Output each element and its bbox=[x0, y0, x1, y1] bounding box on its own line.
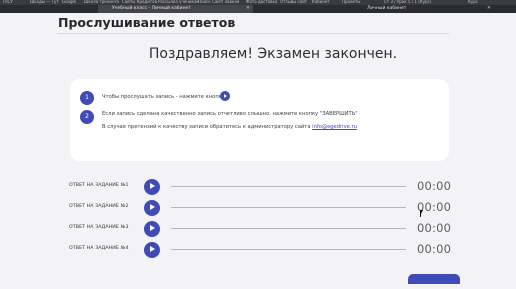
finish-button[interactable] bbox=[408, 274, 460, 284]
answer-label: ОТВЕТ НА ЗАДАНИЕ №4 bbox=[69, 246, 129, 251]
congrats-heading: Поздравляем! Экзамен закончен. bbox=[0, 46, 516, 62]
play-icon[interactable] bbox=[220, 91, 230, 101]
audio-progress-bar[interactable] bbox=[171, 249, 406, 250]
answer-label: ОТВЕТ НА ЗАДАНИЕ №3 bbox=[69, 225, 129, 230]
bookmark-item[interactable]: Главная bbox=[222, 0, 239, 4]
audio-time: 00:00 bbox=[417, 242, 452, 256]
answer-row: ОТВЕТ НА ЗАДАНИЕ №1 00:00 bbox=[0, 179, 516, 195]
step2-text: Если запись сделана качественно запись о… bbox=[102, 111, 358, 117]
answer-row: ОТВЕТ НА ЗАДАНИЕ №4 00:00 bbox=[0, 242, 516, 258]
bookmark-item[interactable]: Сайты Кредитов bbox=[122, 0, 157, 4]
play-button[interactable] bbox=[144, 221, 160, 237]
bookmark-item[interactable]: Google bbox=[62, 0, 76, 4]
bookmark-item[interactable]: Проекты bbox=[342, 0, 360, 4]
instructions-card: 1 Чтобы прослушать запись - нажмите кноп… bbox=[70, 79, 449, 161]
page-title: Прослушивание ответов bbox=[58, 15, 236, 30]
audio-time: 00:00 bbox=[417, 221, 452, 235]
bookmark-item[interactable]: Ст 3 / Урок 5 / 1 (Курс) bbox=[384, 0, 431, 4]
congrats-text: Поздравляем! Экзамен закончен. bbox=[148, 46, 398, 62]
audio-progress-bar[interactable] bbox=[171, 228, 406, 229]
bookmark-item[interactable]: ТПСУ bbox=[2, 0, 13, 4]
bookmark-item[interactable]: Курс bbox=[468, 0, 478, 4]
answer-row: ОТВЕТ НА ЗАДАНИЕ №2 00:00 bbox=[0, 200, 516, 216]
audio-progress-bar[interactable] bbox=[171, 207, 406, 208]
exam-results-page: Прослушивание ответов Поздравляем! Экзам… bbox=[0, 13, 516, 289]
tab-title: Личный кабинет bbox=[367, 6, 407, 11]
audio-progress-bar[interactable] bbox=[171, 186, 406, 187]
step-badge-1: 1 bbox=[80, 91, 94, 105]
bookmark-item[interactable]: Отзывы сайт bbox=[280, 0, 307, 4]
answer-label: ОТВЕТ НА ЗАДАНИЕ №2 bbox=[69, 204, 129, 209]
bookmark-item[interactable]: Поиск Сайт bbox=[198, 0, 222, 4]
close-icon[interactable]: ✕ bbox=[246, 5, 250, 13]
tab-title: Учебный класс - Личный кабинет bbox=[112, 6, 191, 11]
complaint-text: В случае претензий к качеству записи обр… bbox=[102, 124, 311, 130]
admin-email-link[interactable]: info@egedrive.ru bbox=[312, 124, 357, 130]
step1-text: Чтобы прослушать запись - нажмите кнопку bbox=[102, 94, 225, 100]
play-button[interactable] bbox=[144, 242, 160, 258]
answer-label: ОТВЕТ НА ЗАДАНИЕ №1 bbox=[69, 183, 129, 188]
bookmark-item[interactable]: Фото доставка bbox=[246, 0, 277, 4]
bookmark-item[interactable]: Школа тренинга bbox=[84, 0, 119, 4]
bookmark-item[interactable]: Кабинет bbox=[312, 0, 330, 4]
complaint-note: В случае претензий к качеству записи обр… bbox=[102, 124, 357, 130]
browser-tab-bar: Учебный класс - Личный кабинет ✕ Личный … bbox=[0, 5, 516, 13]
close-icon[interactable]: ✕ bbox=[487, 5, 491, 13]
mouse-cursor-icon bbox=[420, 210, 423, 217]
divider bbox=[57, 33, 449, 34]
browser-tab-active[interactable]: Учебный класс - Личный кабинет ✕ bbox=[98, 5, 253, 13]
bookmark-item[interactable]: Рассылка ученикам bbox=[158, 0, 199, 4]
bookmark-item[interactable]: Шкоды — Тут bbox=[30, 0, 59, 4]
play-button[interactable] bbox=[144, 200, 160, 216]
answer-row: ОТВЕТ НА ЗАДАНИЕ №3 00:00 bbox=[0, 221, 516, 237]
step-badge-2: 2 bbox=[80, 110, 94, 124]
audio-time: 00:00 bbox=[417, 179, 452, 193]
browser-tab[interactable]: Личный кабинет ✕ bbox=[353, 5, 493, 13]
play-button[interactable] bbox=[144, 179, 160, 195]
